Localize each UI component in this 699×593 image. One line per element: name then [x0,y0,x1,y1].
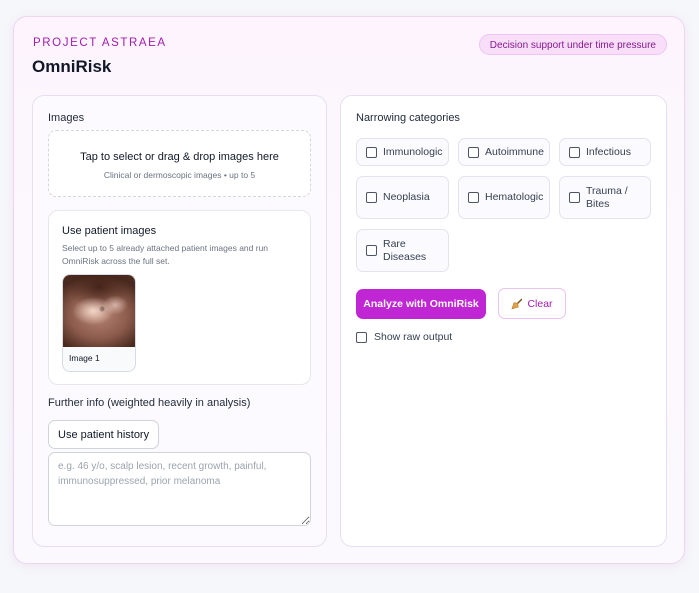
patient-image-preview [63,275,135,347]
dropzone-title: Tap to select or drag & drop images here [80,151,279,163]
checkbox[interactable] [468,146,479,158]
category-label: Autoimmune [485,145,544,158]
patient-images-card: Use patient images Select up to 5 alread… [48,210,311,385]
clear-button[interactable]: Clear [498,288,566,319]
image-dropzone[interactable]: Tap to select or drag & drop images here… [48,130,311,197]
checkbox[interactable] [366,192,377,203]
category-hematologic[interactable]: Hematologic [458,176,550,219]
analyze-button[interactable]: Analyze with OmniRisk [356,289,486,319]
use-patient-history-button[interactable]: Use patient history [48,420,160,449]
patient-images-description: Select up to 5 already attached patient … [62,243,269,266]
broom-icon [511,298,523,309]
project-label: PROJECT ASTRAEA [33,37,167,49]
checkbox[interactable] [569,192,580,203]
further-info-input[interactable] [48,452,311,526]
dropzone-subtitle: Clinical or dermoscopic images • up to 5 [103,170,256,180]
checkbox[interactable] [569,146,580,158]
checkbox[interactable] [366,245,377,256]
images-label: Images [48,112,85,124]
show-raw-output-toggle[interactable]: Show raw output [356,331,452,343]
categories-panel: Narrowing categories Immunologic Autoimm… [340,95,667,547]
checkbox[interactable] [468,192,479,203]
category-infectious[interactable]: Infectious [559,138,651,166]
category-neoplasia[interactable]: Neoplasia [356,176,449,219]
category-label: Neoplasia [383,191,430,203]
categories-label: Narrowing categories [356,112,460,124]
show-raw-output-label: Show raw output [374,331,453,343]
patient-image-thumbnail[interactable]: Image 1 [62,274,136,372]
category-label: Trauma / Bites [586,184,628,210]
app-title: OmniRisk [32,57,112,76]
checkbox[interactable] [366,146,377,158]
category-label: Hematologic [485,191,544,203]
category-label: Infectious [586,145,631,158]
checkbox[interactable] [356,331,367,343]
category-label: Immunologic [383,145,443,158]
patient-images-title: Use patient images [62,225,157,237]
app-card: PROJECT ASTRAEA OmniRisk Decision suppor… [13,16,685,564]
category-rare-diseases[interactable]: Rare Diseases [356,229,449,272]
status-badge: Decision support under time pressure [478,34,667,55]
clear-label: Clear [527,297,553,310]
further-info-label: Further info (weighted heavily in analys… [48,397,251,409]
category-immunologic[interactable]: Immunologic [356,138,449,166]
category-autoimmune[interactable]: Autoimmune [458,138,550,166]
input-panel: Images Tap to select or drag & drop imag… [32,95,327,547]
category-label: Rare Diseases [383,237,427,263]
patient-image-caption: Image 1 [69,353,100,363]
category-trauma-bites[interactable]: Trauma / Bites [559,176,651,219]
